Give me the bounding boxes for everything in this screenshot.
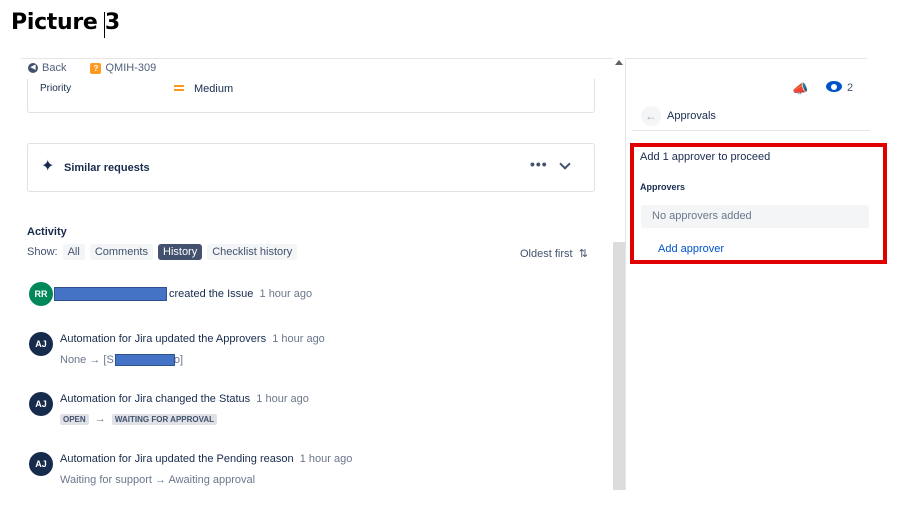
sort-order-label: Oldest first xyxy=(520,248,573,260)
back-arrow-icon[interactable]: ← xyxy=(641,106,661,126)
issue-key-link[interactable]: QMIH-309 xyxy=(105,62,156,74)
scroll-up-icon[interactable] xyxy=(615,60,623,65)
avatar[interactable]: RR xyxy=(29,282,53,306)
show-label: Show: xyxy=(27,246,58,258)
timestamp: 1 hour ago xyxy=(256,393,309,405)
chevron-down-icon[interactable] xyxy=(559,158,571,170)
activity-entry-text: created the Issue 1 hour ago xyxy=(169,288,313,300)
activity-filter: Show: All Comments History Checklist his… xyxy=(27,244,298,260)
approvers-label: Approvers xyxy=(640,182,686,192)
status-change: OPEN → WAITING FOR APPROVAL xyxy=(60,413,218,425)
activity-heading: Activity xyxy=(27,226,67,238)
back-link[interactable]: Back xyxy=(42,62,66,74)
activity-entry-text: Automation for Jira changed the Status 1… xyxy=(60,393,309,405)
approvals-title: Approvals xyxy=(667,110,716,122)
avatar[interactable]: AJ xyxy=(29,392,53,416)
panel-divider xyxy=(625,58,626,490)
avatar[interactable]: AJ xyxy=(29,452,53,476)
avatar[interactable]: AJ xyxy=(29,332,53,356)
tab-comments[interactable]: Comments xyxy=(89,244,153,260)
priority-label: Priority xyxy=(40,83,72,94)
timestamp: 1 hour ago xyxy=(299,453,353,465)
sort-icon: ⇅ xyxy=(575,248,588,260)
timestamp: 1 hour ago xyxy=(259,288,313,300)
sort-order-button[interactable]: Oldest first ⇅ xyxy=(520,247,588,260)
more-actions-button[interactable]: ••• xyxy=(530,156,548,172)
similar-requests-card[interactable]: ✦ Similar requests ••• xyxy=(27,143,595,192)
issue-type-icon: ? xyxy=(90,62,102,74)
watchers-count[interactable]: 2 xyxy=(847,82,853,94)
priority-value[interactable]: Medium xyxy=(194,83,233,95)
text-cursor xyxy=(104,12,105,38)
eye-icon[interactable] xyxy=(826,81,842,92)
tab-checklist-history[interactable]: Checklist history xyxy=(207,244,298,260)
redacted-user-name xyxy=(54,287,167,301)
activity-entry-text: Automation for Jira updated the Approver… xyxy=(60,333,325,345)
approvals-divider xyxy=(632,130,870,131)
timestamp: 1 hour ago xyxy=(272,333,325,345)
priority-medium-icon xyxy=(174,85,184,91)
sparkle-icon: ✦ xyxy=(41,158,55,175)
scrollbar-thumb[interactable] xyxy=(613,242,625,490)
status-lozenge-open: OPEN xyxy=(60,414,89,425)
status-lozenge-waiting: WAITING FOR APPROVAL xyxy=(111,414,218,425)
tab-all[interactable]: All xyxy=(62,244,85,260)
redacted-approver-name xyxy=(115,354,175,366)
top-divider xyxy=(21,58,867,59)
details-card: Priority Medium xyxy=(27,79,595,113)
back-arrow-icon[interactable]: ◀ xyxy=(28,63,38,73)
add-approver-button[interactable]: Add approver xyxy=(658,243,724,255)
similar-requests-label: Similar requests xyxy=(64,162,150,174)
approvers-empty-state: No approvers added xyxy=(641,205,869,228)
tab-history[interactable]: History xyxy=(158,244,203,260)
megaphone-icon[interactable]: 📣 xyxy=(792,81,808,97)
activity-entry-text: Automation for Jira updated the Pending … xyxy=(60,453,353,465)
approval-requirement-text: Add 1 approver to proceed xyxy=(640,151,771,163)
breadcrumb: ◀ Back ? QMIH-309 xyxy=(28,62,156,74)
change-detail: Waiting for support → Awaiting approval xyxy=(60,474,256,486)
